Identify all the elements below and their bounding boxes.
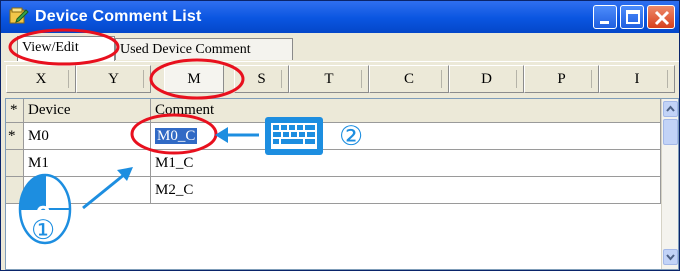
- step-2-label: ②: [339, 121, 364, 152]
- highlight-view-edit-tab: [8, 28, 120, 66]
- highlight-comment-cell: [130, 113, 218, 155]
- arrow-icon: [82, 167, 133, 210]
- step-1-label: ①: [31, 215, 56, 246]
- keyboard-icon: [265, 117, 323, 155]
- arrow-icon: [215, 127, 259, 143]
- highlight-m-button: [149, 58, 245, 100]
- device-comment-window: Device Comment List View/Edit Used Devic…: [0, 0, 680, 271]
